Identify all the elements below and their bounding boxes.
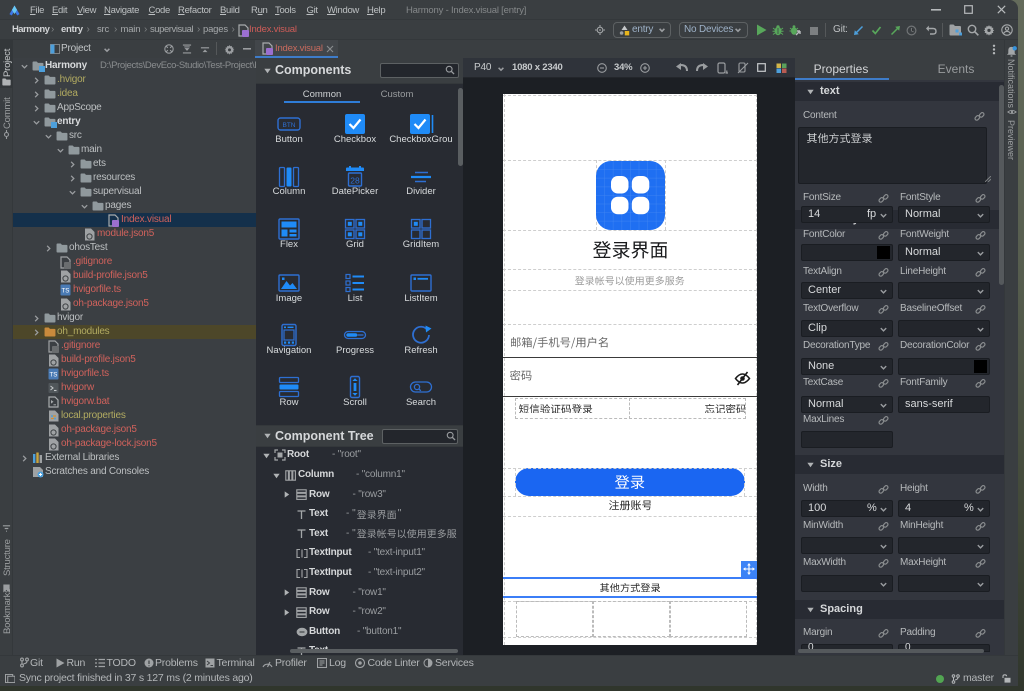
svg-text:TS: TS	[50, 372, 58, 379]
svg-text:TS: TS	[62, 288, 70, 295]
svg-text:BTN: BTN	[283, 122, 296, 129]
